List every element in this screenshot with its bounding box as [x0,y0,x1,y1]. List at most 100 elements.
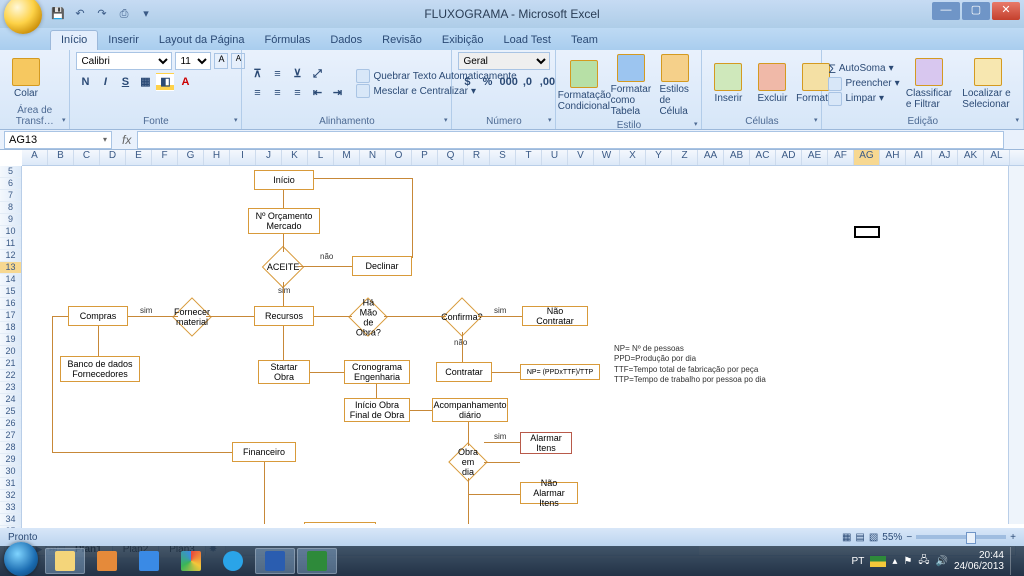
taskbar-word[interactable] [255,548,295,574]
tray-lang[interactable]: PT [852,556,865,567]
fill-color-button[interactable]: ◧ [156,73,174,91]
font-color-button[interactable]: A [176,73,194,91]
qat-print-icon[interactable]: ⎙ [116,6,132,22]
taskbar-excel[interactable] [297,548,337,574]
flow-alarmar[interactable]: Alarmar Itens [520,432,572,454]
ribbon-tab-layout-da-página[interactable]: Layout da Página [149,31,255,50]
dec-decimal-icon[interactable]: ,00 [538,73,556,91]
cell-styles-button[interactable]: Estilos de Célula [655,52,695,119]
indent-dec-icon[interactable]: ⇤ [308,84,326,102]
italic-button[interactable]: I [96,73,114,91]
taskbar-media[interactable] [87,548,127,574]
align-left-icon[interactable]: ≡ [248,84,266,102]
align-right-icon[interactable]: ≡ [288,84,306,102]
zoom-slider[interactable] [916,535,1006,539]
show-desktop-button[interactable] [1010,547,1018,575]
ribbon-tab-dados[interactable]: Dados [320,31,372,50]
find-select-button[interactable]: Localizar e Selecionar [958,56,1017,112]
qat-undo-icon[interactable]: ↶ [72,6,88,22]
flow-inicio[interactable]: Início [254,170,314,190]
flow-relatorio[interactable]: Relatório Final [304,522,376,524]
font-size-select[interactable]: 11 [175,52,211,70]
taskbar-skype[interactable] [213,548,253,574]
flow-startobra[interactable]: Startar Obra [258,360,310,384]
sheet-canvas[interactable]: Início Nº Orçamento Mercado ACEITE Decli… [22,166,1008,524]
flow-compras[interactable]: Compras [68,306,128,326]
view-layout-icon[interactable]: ▤ [855,532,864,543]
fill-button[interactable]: Preencher ▾ [828,77,899,91]
start-button[interactable] [4,542,38,576]
flow-naocontratar[interactable]: Não Contratar [522,306,588,326]
zoom-in-button[interactable]: + [1010,532,1016,543]
currency-icon[interactable]: $ [458,73,476,91]
zoom-out-button[interactable]: − [906,532,912,543]
indent-inc-icon[interactable]: ⇥ [328,84,346,102]
ribbon-tab-team[interactable]: Team [561,31,608,50]
flow-naoalarmar[interactable]: Não Alarmar Itens [520,482,578,504]
underline-button[interactable]: S [116,73,134,91]
maximize-button[interactable]: ▢ [962,2,990,20]
flow-acompanha[interactable]: Acompanhamento diário [432,398,508,422]
flow-declinar[interactable]: Declinar [352,256,412,276]
tray-volume-icon[interactable]: 🔊 [935,556,947,567]
percent-icon[interactable]: % [478,73,496,91]
conditional-format-button[interactable]: Formatação Condicional [562,58,606,114]
qat-save-icon[interactable]: 💾 [50,6,66,22]
ribbon-tab-fórmulas[interactable]: Fórmulas [255,31,321,50]
inc-decimal-icon[interactable]: ,0 [518,73,536,91]
flow-contratar[interactable]: Contratar [436,362,492,382]
minimize-button[interactable]: — [932,2,960,20]
orientation-icon[interactable]: ⤢ [308,65,326,83]
delete-cells-button[interactable]: Excluir [752,61,792,106]
align-middle-icon[interactable]: ≡ [268,65,286,83]
view-normal-icon[interactable]: ▦ [842,532,851,543]
tray-up-icon[interactable]: ▴ [892,556,897,567]
flow-formula[interactable]: NP= (PPDxTTF)/TTP [520,364,600,380]
zoom-level[interactable]: 55% [882,532,902,543]
align-center-icon[interactable]: ≡ [268,84,286,102]
ribbon-tab-exibição[interactable]: Exibição [432,31,494,50]
ribbon-tab-início[interactable]: Início [50,30,98,50]
fx-icon[interactable]: fx [122,133,131,147]
tray-action-icon[interactable]: ⚑ [903,556,912,567]
autosum-button[interactable]: Σ AutoSoma ▾ [828,62,899,76]
ribbon-tab-revisão[interactable]: Revisão [372,31,432,50]
flow-orcamento[interactable]: Nº Orçamento Mercado [248,208,320,234]
align-top-icon[interactable]: ⊼ [248,65,266,83]
flow-financeiro[interactable]: Financeiro [232,442,296,462]
paste-button[interactable]: Colar [6,56,46,101]
border-button[interactable]: ▦ [136,73,154,91]
format-table-button[interactable]: Formatar como Tabela [610,52,651,119]
flow-fornecer[interactable]: Fornecer material [172,297,212,337]
align-bottom-icon[interactable]: ⊻ [288,65,306,83]
clear-button[interactable]: Limpar ▾ [828,92,899,106]
font-name-select[interactable]: Calibri [76,52,172,70]
grow-font-icon[interactable]: A [214,53,228,69]
name-box[interactable]: AG13▾ [4,131,112,149]
thousands-icon[interactable]: 000 [498,73,516,91]
ribbon-tab-inserir[interactable]: Inserir [98,31,149,50]
taskbar-chrome[interactable] [171,548,211,574]
insert-cells-button[interactable]: Inserir [708,61,748,106]
taskbar-ie[interactable] [129,548,169,574]
tray-flag-icon[interactable] [870,556,886,567]
ribbon-tab-load-test[interactable]: Load Test [493,31,561,50]
flow-inicioobra[interactable]: Início Obra Final de Obra [344,398,410,422]
flow-banco[interactable]: Banco de dados Fornecedores [60,356,140,382]
bold-button[interactable]: N [76,73,94,91]
tray-network-icon[interactable]: 🖧 [918,553,929,570]
row-headers[interactable]: 5678910111213141516171819202122232425262… [0,166,22,540]
qat-more-icon[interactable]: ▾ [138,6,154,22]
vertical-scrollbar[interactable] [1008,166,1024,524]
formula-bar[interactable] [137,131,1004,149]
close-button[interactable]: ✕ [992,2,1020,20]
column-headers[interactable]: ABCDEFGHIJKLMNOPQRSTUVWXYZAAABACADAEAFAG… [22,150,1024,166]
qat-redo-icon[interactable]: ↷ [94,6,110,22]
flow-cronograma[interactable]: Cronograma Engenharia [344,360,410,384]
tray-clock[interactable]: 20:44 24/06/2013 [954,550,1004,572]
flow-recursos[interactable]: Recursos [254,306,314,326]
flow-maoobra[interactable]: Há Mão de Obra? [348,297,388,337]
flow-confirma[interactable]: Confirma? [442,297,482,337]
taskbar-explorer[interactable] [45,548,85,574]
flow-obradia[interactable]: Obra em dia [448,442,488,482]
